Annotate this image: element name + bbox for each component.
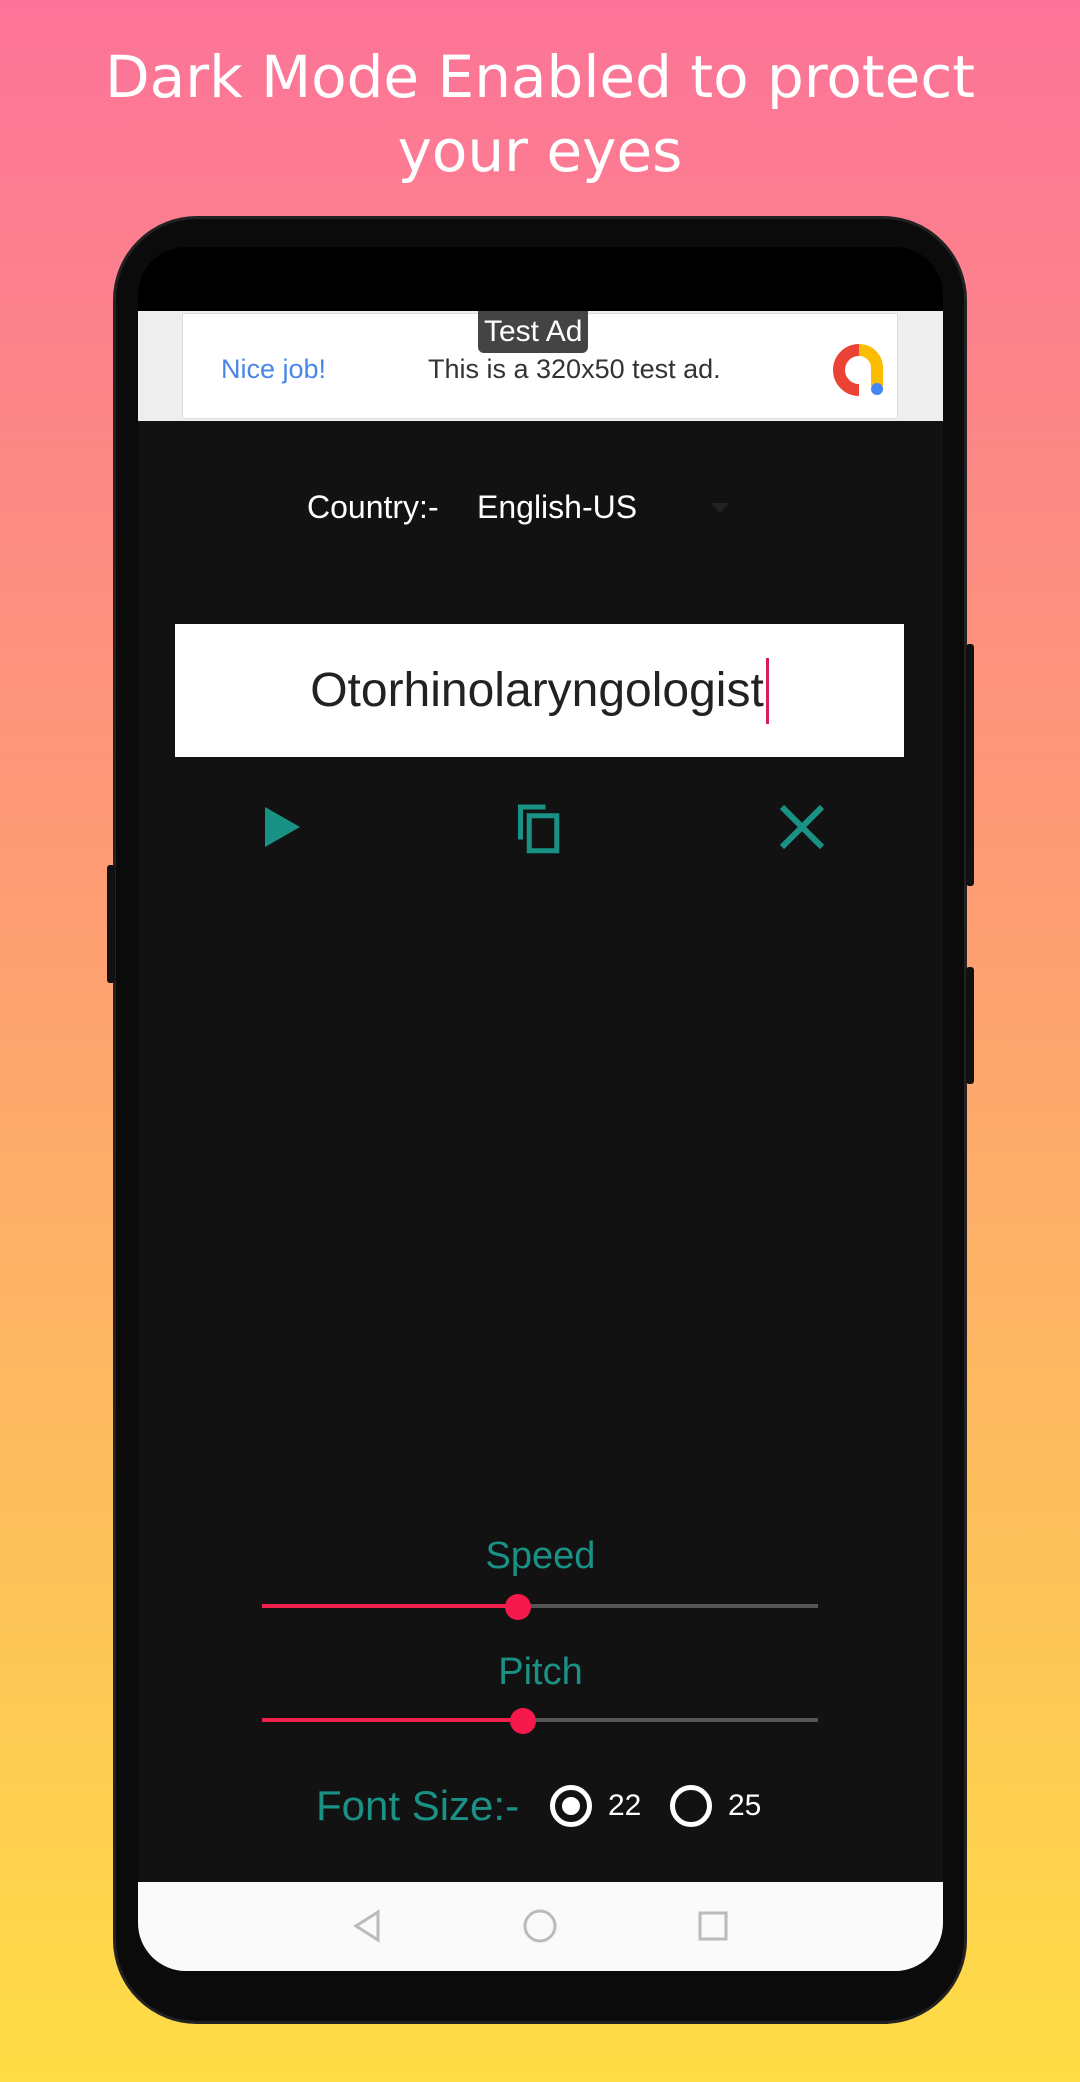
headline-line-1: Dark Mode Enabled to protect [105, 43, 975, 111]
ad-title: Nice job! [221, 354, 327, 384]
country-label: Country:- [307, 489, 439, 525]
dropdown-arrow-icon[interactable] [711, 503, 729, 513]
speed-slider[interactable] [262, 1591, 818, 1621]
side-button [107, 865, 115, 983]
text-cursor [765, 657, 769, 724]
promo-headline: Dark Mode Enabled to protect your eyes [0, 40, 1080, 188]
headline-line-2: your eyes [397, 117, 683, 185]
test-ad-badge: Test Ad [478, 311, 589, 353]
back-icon[interactable] [348, 1906, 388, 1946]
copy-icon[interactable] [508, 797, 568, 857]
status-bar [138, 247, 943, 311]
pitch-slider[interactable] [262, 1705, 818, 1735]
app-screen: Nice job! This is a 320x50 test ad. Test… [138, 247, 943, 1971]
font-size-25-radio[interactable] [670, 1785, 712, 1827]
slider-fill [262, 1718, 524, 1722]
play-icon[interactable] [250, 797, 310, 857]
font-size-25-label[interactable]: 25 [728, 1789, 761, 1823]
home-icon[interactable] [520, 1906, 560, 1946]
font-size-22-radio[interactable] [550, 1785, 592, 1827]
navigation-bar [138, 1882, 943, 1971]
close-icon[interactable] [772, 797, 832, 857]
country-dropdown[interactable]: English-US [477, 489, 637, 526]
pitch-label: Pitch [498, 1651, 583, 1693]
font-size-label: Font Size:- [316, 1782, 520, 1829]
slider-fill [262, 1604, 518, 1608]
font-size-22-label[interactable]: 22 [608, 1789, 641, 1823]
text-input[interactable]: Otorhinolaryngologist [175, 624, 904, 757]
admob-logo-icon [833, 344, 883, 396]
slider-thumb[interactable] [504, 1594, 531, 1620]
volume-button [966, 644, 974, 886]
speed-label: Speed [485, 1535, 596, 1577]
slider-thumb[interactable] [510, 1708, 537, 1734]
text-input-value: Otorhinolaryngologist [310, 664, 764, 717]
power-button [966, 967, 974, 1084]
ad-text: This is a 320x50 test ad. [428, 354, 721, 384]
recents-icon[interactable] [693, 1906, 733, 1946]
ad-banner[interactable]: Nice job! This is a 320x50 test ad. Test… [138, 311, 943, 421]
